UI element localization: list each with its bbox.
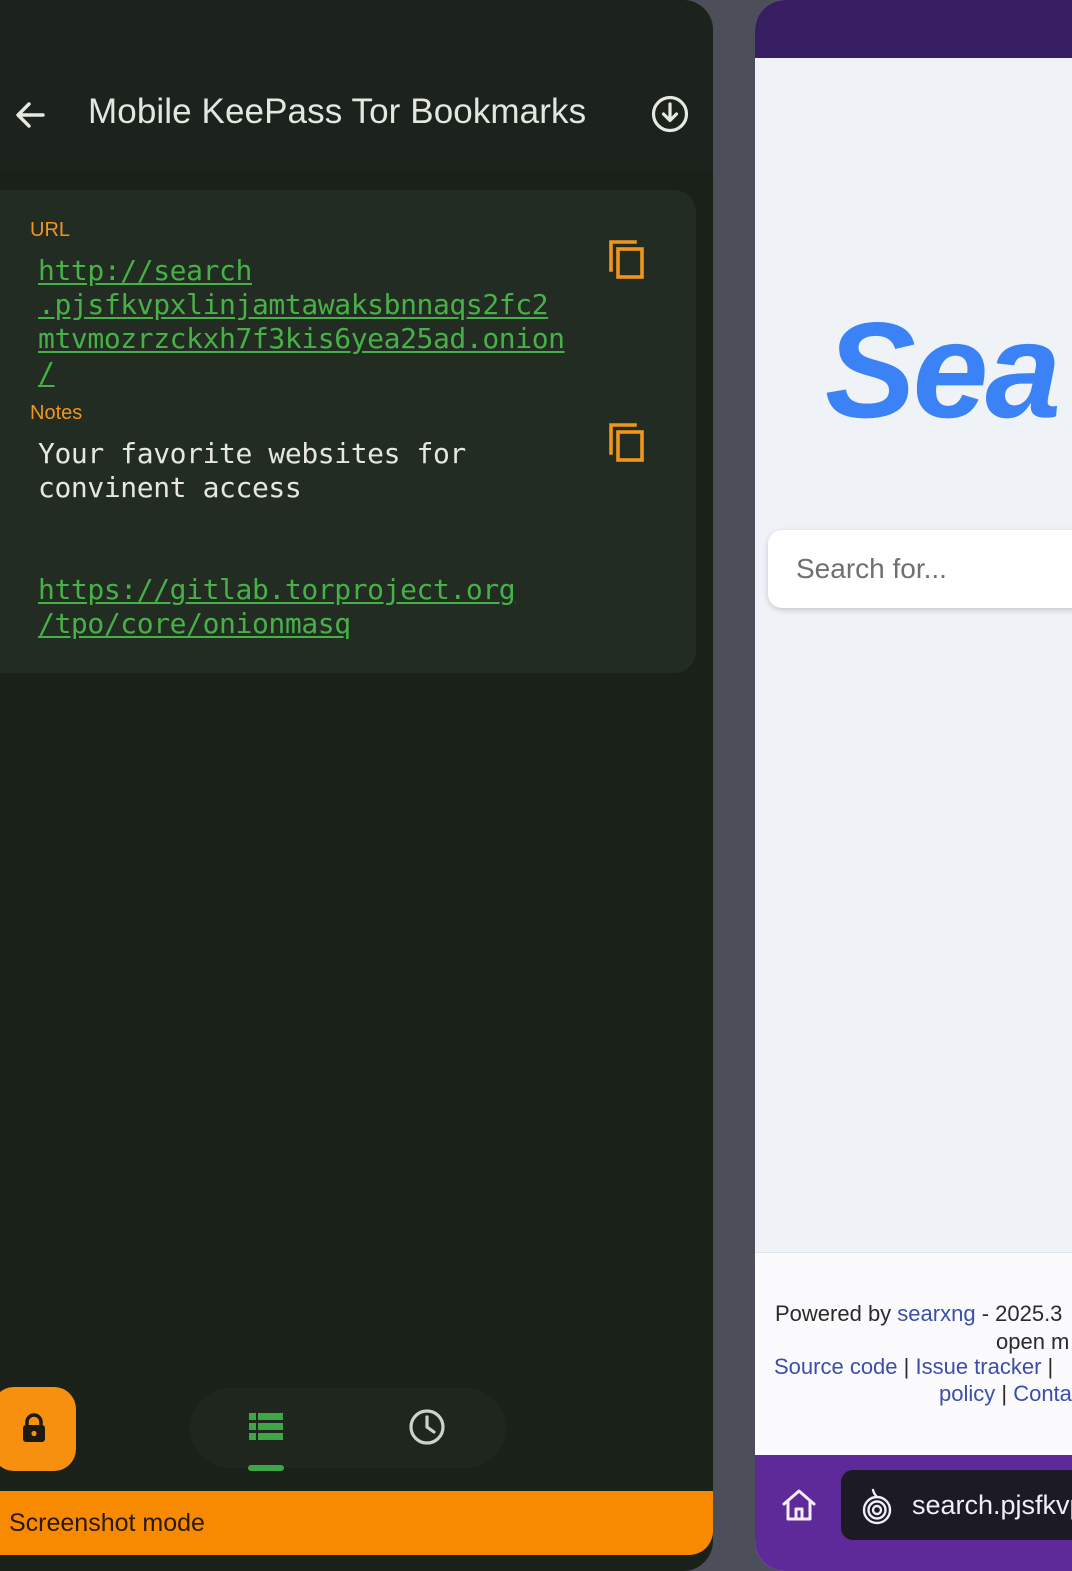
notes-label: Notes	[30, 402, 83, 424]
address-text[interactable]: search.pjsfkvp	[912, 1490, 1072, 1521]
lock-button[interactable]	[0, 1387, 76, 1471]
footer-line-policy: policy | Conta	[939, 1381, 1072, 1407]
onion-icon	[862, 1488, 892, 1525]
screenshot-mode-label: Screenshot mode	[9, 1509, 205, 1537]
app-header	[0, 0, 713, 170]
home-icon[interactable]	[779, 1485, 819, 1525]
tor-browser-window: Sea Powered by searxng - 2025.3 open m S…	[755, 0, 1072, 1571]
contact-link[interactable]: Conta	[1013, 1381, 1072, 1406]
copy-icon[interactable]	[605, 236, 649, 282]
footer-line-links: Source code | Issue tracker |	[774, 1354, 1053, 1380]
url-link[interactable]: http://search .pjsfkvpxlinjamtawaksbnnaq…	[38, 254, 598, 390]
list-icon[interactable]	[244, 1405, 288, 1449]
notes-line: Your favorite websites for	[38, 437, 466, 470]
url-line[interactable]: .pjsfkvpxlinjamtawaksbnnaqs2fc2	[38, 288, 598, 322]
searxng-link[interactable]: searxng	[897, 1301, 975, 1326]
search-input[interactable]	[794, 552, 1072, 586]
url-line[interactable]: mtvmozrzckxh7f3kis6yea25ad.onion	[38, 322, 598, 356]
search-box[interactable]	[768, 530, 1072, 608]
download-circle-icon[interactable]	[648, 92, 692, 136]
searxng-logo: Sea	[825, 294, 1061, 446]
notes-link-line[interactable]: https://gitlab.torproject.org	[38, 573, 516, 607]
clock-icon[interactable]	[405, 1405, 449, 1449]
page-footer: Powered by searxng - 2025.3 open m Sourc…	[755, 1252, 1072, 1456]
version-text: - 2025.3	[975, 1301, 1063, 1326]
source-code-link[interactable]: Source code	[774, 1354, 898, 1379]
browser-status-bar	[755, 0, 1072, 58]
lock-icon	[23, 1413, 45, 1442]
issue-tracker-link[interactable]: Issue tracker	[915, 1354, 1041, 1379]
separator: |	[995, 1381, 1014, 1406]
notes-line: convinent access	[38, 471, 302, 504]
arrow-left-icon[interactable]	[10, 94, 52, 136]
url-label: URL	[30, 219, 71, 241]
notes-link-line[interactable]: /tpo/core/onionmasq	[38, 607, 515, 641]
url-line[interactable]: http://search	[38, 254, 598, 288]
url-line[interactable]: /	[38, 356, 598, 390]
powered-by-text: Powered by	[775, 1301, 898, 1326]
separator: |	[1041, 1354, 1054, 1379]
keepass-app: Mobile KeePass Tor Bookmarks URL http://…	[0, 0, 713, 1571]
footer-line-open: open m	[996, 1329, 1070, 1354]
footer-line-powered: Powered by searxng - 2025.3	[775, 1301, 1062, 1327]
notes-text: Your favorite websites for convinent acc…	[38, 437, 598, 505]
bottom-nav	[190, 1388, 506, 1468]
page-title: Mobile KeePass Tor Bookmarks	[88, 92, 587, 131]
notes-link[interactable]: https://gitlab.torproject.org /tpo/core/…	[38, 573, 516, 641]
policy-link[interactable]: policy	[939, 1381, 995, 1406]
active-tab-indicator	[248, 1465, 284, 1471]
separator: |	[897, 1354, 916, 1379]
copy-icon[interactable]	[605, 419, 649, 465]
